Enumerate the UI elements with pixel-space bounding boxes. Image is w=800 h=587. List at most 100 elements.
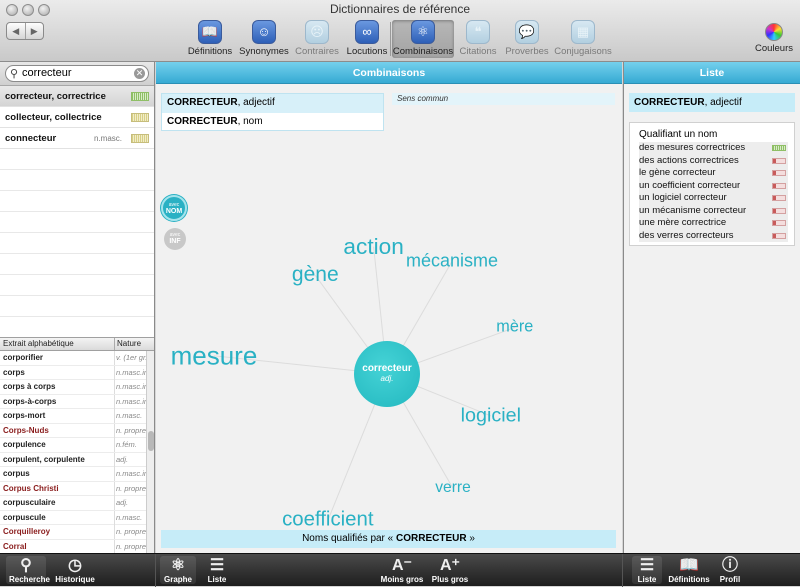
alpha-word: corpuscule [3, 512, 46, 522]
alpha-row[interactable]: corpusculaire adj. [0, 496, 146, 511]
with-infinitive-label: INF [169, 238, 181, 245]
alpha-scroll-thumb[interactable] [148, 431, 154, 451]
alpha-row[interactable]: Corral n. propre [0, 539, 146, 553]
graph-node[interactable]: coefficient [282, 509, 373, 532]
result-row[interactable]: correcteur, correctrice [0, 86, 154, 107]
alpha-row[interactable]: Corps-Nuds n. propre [0, 423, 146, 438]
list-panel: Liste CORRECTEUR, adjectif Qualifiant un… [623, 62, 800, 553]
combination-list-item[interactable]: des mesures correctrices [639, 142, 788, 155]
list-view-button[interactable]: ☰ Liste [202, 556, 232, 584]
alpha-word: corpusculaire [3, 498, 56, 507]
atom-icon: ⚛ [170, 557, 186, 574]
search-panel: ⚲ ✕ correcteur, correctrice collecteur, c… [0, 62, 155, 553]
alpha-scrollbar[interactable] [146, 351, 154, 553]
graph-view-label: Graphe [163, 575, 192, 584]
search-tab-button[interactable]: ⚲ Recherche [6, 556, 50, 584]
list-tab-button[interactable]: ☰ Liste [632, 556, 662, 584]
toolbar-citations-button[interactable]: ❝ Citations [458, 20, 498, 58]
graph-node[interactable]: mère [496, 318, 533, 337]
toolbar-définitions-label: Définitions [187, 46, 233, 57]
toolbar-separator [390, 22, 391, 56]
result-word: connecteur [5, 133, 57, 144]
profile-tab-button[interactable]: ⓘ Profil [716, 556, 744, 584]
toolbar-proverbes-button[interactable]: 💬 Proverbes [504, 20, 550, 58]
definitions-tab-button[interactable]: 📖 Définitions [668, 556, 710, 584]
toolbar-conjugaisons-button[interactable]: ▦ Conjugaisons [552, 20, 614, 58]
frequency-bar-icon [772, 145, 786, 151]
clear-search-icon[interactable]: ✕ [134, 68, 145, 79]
toolbar-locutions-button[interactable]: ∞ Locutions [344, 20, 390, 58]
alpha-row[interactable]: corps à corps n.masc.inv. [0, 380, 146, 395]
toolbar-définitions-button[interactable]: 📖 Définitions [186, 20, 234, 58]
alpha-row[interactable]: corps n.masc.inv. [0, 365, 146, 380]
alpha-row[interactable]: corpuscule n.masc. [0, 510, 146, 525]
result-row[interactable]: connecteur n.masc. [0, 128, 154, 149]
history-tab-button[interactable]: ◷ Historique [54, 556, 96, 584]
alpha-row[interactable]: Corquilleroy n. propre [0, 525, 146, 540]
graph-node[interactable]: gène [292, 263, 339, 287]
alpha-row[interactable]: corpulent, corpulente adj. [0, 452, 146, 467]
toolbar-proverbes-label: Proverbes [505, 46, 549, 57]
combination-list-item[interactable]: un coefficient correcteur [639, 179, 788, 192]
back-arrow-icon[interactable]: ◀ [7, 23, 26, 39]
sense-option[interactable]: CORRECTEUR, nom [162, 113, 383, 132]
graph-view-button[interactable]: ⚛ Graphe [160, 556, 196, 584]
alpha-word: Corquilleroy [3, 527, 51, 536]
alpha-row[interactable]: corpulence n.fém. [0, 438, 146, 453]
alpha-row[interactable]: corps-mort n.masc. [0, 409, 146, 424]
caption-word: CORRECTEUR [396, 533, 467, 544]
combinations-header: Combinaisons [156, 62, 622, 84]
alpha-nature: n.masc.inv. [114, 380, 146, 394]
alpha-row[interactable]: corps-à-corps n.masc.inv. [0, 394, 146, 409]
toolbar-contraires-button[interactable]: ☹ Contraires [292, 20, 342, 58]
graph-node[interactable]: verre [435, 479, 471, 497]
info-icon: ⓘ [721, 557, 738, 574]
alpha-row[interactable]: corpus n.masc.inv. [0, 467, 146, 482]
alpha-nature: n.masc.inv. [114, 365, 146, 380]
open-book-icon: 📖 [679, 557, 699, 574]
alpha-nature: adj. [114, 452, 146, 467]
colors-button[interactable]: Couleurs [752, 20, 796, 58]
frequency-bars-icon [131, 134, 149, 143]
with-infinitive-button[interactable]: avec INF [164, 228, 186, 250]
alpha-row[interactable]: corporifier v. (1er gr.) [0, 351, 146, 366]
forward-arrow-icon[interactable]: ▶ [26, 23, 44, 39]
alpha-header-nature[interactable]: Nature [114, 338, 141, 350]
result-row[interactable]: collecteur, collectrice [0, 107, 154, 128]
combination-list-item[interactable]: le gène correcteur [639, 167, 788, 180]
graph-center-node[interactable]: correcteur adj. [354, 341, 420, 407]
graph-node[interactable]: mesure [171, 340, 258, 371]
alpha-word: corporifier [3, 353, 44, 362]
result-word: collecteur, collectrice [5, 112, 102, 123]
search-bar: ⚲ ✕ [0, 62, 154, 86]
combination-text: une mère correctrice [639, 217, 727, 228]
combination-list-item[interactable]: un logiciel correcteur [639, 192, 788, 205]
combination-list-item[interactable]: un mécanisme correcteur [639, 204, 788, 217]
combination-text: des actions correctrices [639, 154, 739, 166]
toolbar-synonymes-button[interactable]: ☺ Synonymes [238, 20, 290, 58]
combination-text: le gène correcteur [639, 167, 716, 178]
larger-text-button[interactable]: A⁺ Plus gros [430, 556, 470, 584]
sense-head: CORRECTEUR [167, 97, 238, 108]
alpha-row[interactable]: Corpus Christi n. propre [0, 481, 146, 496]
search-input[interactable] [22, 67, 132, 79]
larger-text-label: Plus gros [431, 575, 469, 584]
toolbar-combinaisons-button[interactable]: ⚛ Combinaisons [392, 20, 454, 58]
combination-list-item[interactable]: une mère correctrice [639, 217, 788, 230]
caption-prefix: Noms qualifiés par « [302, 533, 397, 544]
history-tab-label: Historique [55, 575, 95, 584]
alpha-word: Corpus Christi [3, 483, 59, 493]
smaller-text-button[interactable]: A⁻ Moins gros [380, 556, 424, 584]
sense-option[interactable]: CORRECTEUR, adjectif [162, 94, 383, 113]
alpha-nature: n.masc.inv. [114, 394, 146, 409]
frequency-bar-icon [772, 157, 786, 164]
graph-node[interactable]: mécanisme [406, 251, 498, 272]
combination-list-item[interactable]: des actions correctrices [639, 154, 788, 167]
list-view-label: Liste [207, 575, 227, 584]
combination-text: des verres correcteurs [639, 229, 734, 241]
combination-list-item[interactable]: des verres correcteurs [639, 229, 788, 242]
graph-node[interactable]: action [343, 234, 403, 260]
toolbar-locutions-label: Locutions [346, 46, 388, 57]
graph-node[interactable]: logiciel [461, 404, 521, 427]
with-noun-button[interactable]: avec NOM [161, 195, 187, 221]
